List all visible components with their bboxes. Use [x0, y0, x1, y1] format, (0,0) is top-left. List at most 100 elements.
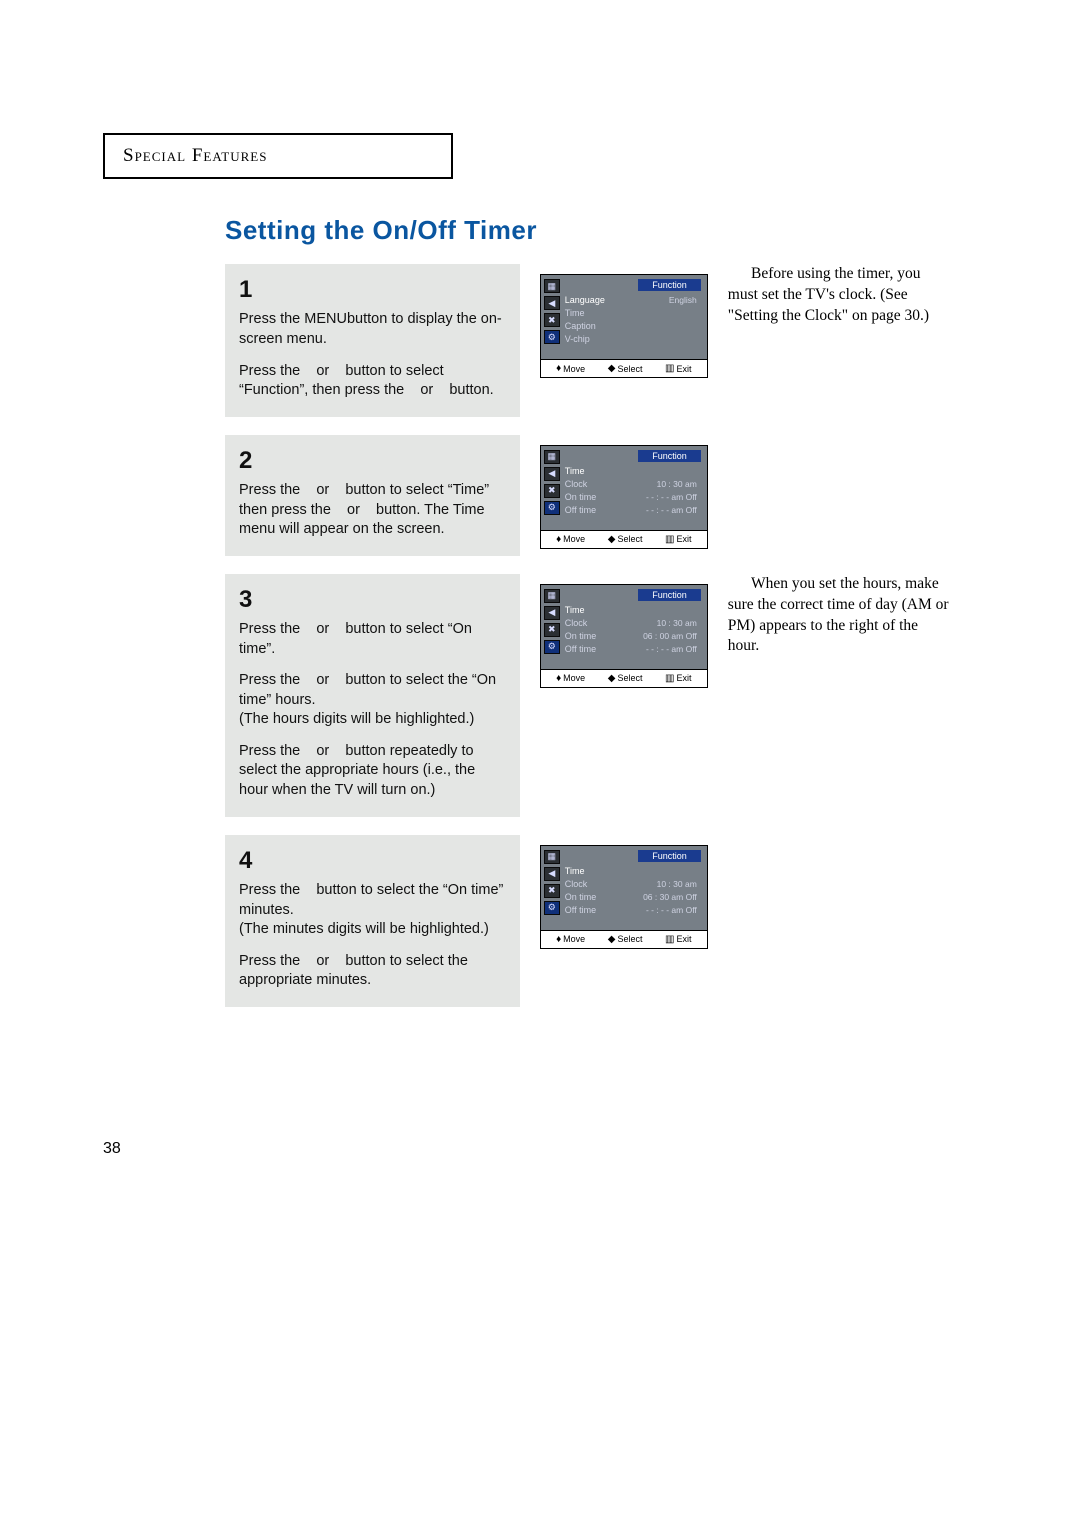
- osd-value: 06 : 00 am Off: [643, 630, 697, 643]
- osd-panel: ▦ ◀ ✖ ⚙ Function Time Clock 10 : 30 am On…: [540, 584, 708, 688]
- footer-exit: Exit: [676, 673, 691, 683]
- footer-exit: Exit: [676, 934, 691, 944]
- step-paragraph: Press the or button to select “Time” the…: [239, 481, 506, 540]
- updown-icon: ♦: [556, 673, 561, 684]
- osd-label: Time: [565, 307, 585, 320]
- osd-label: V-chip: [565, 333, 590, 346]
- footer-select: Select: [617, 934, 642, 944]
- updown-icon: ♦: [556, 534, 561, 545]
- function-icon: ⚙: [544, 330, 560, 344]
- osd-label: Clock: [565, 878, 588, 891]
- osd-tag: Function: [638, 589, 701, 601]
- osd-value: - - : - - am Off: [646, 904, 697, 917]
- note-text: Before using the timer, you must set the…: [728, 264, 953, 327]
- osd-footer: ♦Move ◆Select ▥Exit: [541, 530, 707, 548]
- step-paragraph: Press the or button to select “Function”…: [239, 362, 506, 401]
- step-paragraph: Press the or button to select the “On ti…: [239, 671, 506, 730]
- osd-value: 10 : 30 am: [657, 478, 697, 491]
- step-1-row: 1 Press the MENUbutton to display the on…: [225, 264, 953, 417]
- osd-value: 06 : 30 am Off: [643, 891, 697, 904]
- osd-footer: ♦Move ◆Select ▥Exit: [541, 930, 707, 948]
- step-number: 1: [239, 274, 506, 306]
- step-2-row: 2 Press the or button to select “Time” t…: [225, 435, 953, 556]
- osd-label: Caption: [565, 320, 596, 333]
- osd-label: Clock: [565, 617, 588, 630]
- osd-value: - - : - - am Off: [646, 643, 697, 656]
- channel-icon: ✖: [544, 313, 560, 327]
- osd-menu: Function Time Clock10 : 30 am On time06 …: [563, 846, 707, 930]
- leftright-icon: ◆: [608, 534, 616, 545]
- side-note-2: When you set the hours, make sure the co…: [728, 574, 953, 817]
- osd-tag: Function: [638, 850, 701, 862]
- osd-subhead: Time: [565, 865, 585, 878]
- updown-icon: ♦: [556, 934, 561, 945]
- osd-label: Off time: [565, 904, 596, 917]
- menu-icon: ▥: [665, 934, 674, 945]
- osd-subhead: Time: [565, 465, 585, 478]
- menu-icon: ▥: [665, 673, 674, 684]
- step-number: 4: [239, 845, 506, 877]
- step-number: 3: [239, 584, 506, 616]
- osd-footer: ♦Move ◆Select ▥Exit: [541, 669, 707, 687]
- osd-label: Off time: [565, 643, 596, 656]
- section-header: Special Features: [123, 145, 267, 166]
- step-2-text: 2 Press the or button to select “Time” t…: [225, 435, 520, 556]
- footer-select: Select: [617, 364, 642, 374]
- side-note-1: Before using the timer, you must set the…: [728, 264, 953, 417]
- osd-panel: ▦ ◀ ✖ ⚙ Function LanguageEnglish Time Ca…: [540, 274, 708, 378]
- leftright-icon: ◆: [608, 673, 616, 684]
- osd-icon-strip: ▦ ◀ ✖ ⚙: [541, 275, 563, 359]
- footer-move: Move: [563, 673, 585, 683]
- osd-screenshot-2: ▦ ◀ ✖ ⚙ Function Time Clock10 : 30 am On…: [540, 435, 708, 556]
- osd-menu: Function Time Clock 10 : 30 am On time 06 …: [563, 585, 707, 669]
- osd-icon-strip: ▦ ◀ ✖ ⚙: [541, 585, 563, 669]
- osd-label: Clock: [565, 478, 588, 491]
- channel-icon: ✖: [544, 623, 560, 637]
- sound-icon: ◀: [544, 867, 560, 881]
- step-paragraph: Press the button to select the “On time”…: [239, 881, 506, 940]
- page-number: 38: [103, 1140, 121, 1158]
- picture-icon: ▦: [544, 589, 560, 603]
- page-title: Setting the On/Off Timer: [225, 215, 953, 246]
- menu-icon: ▥: [665, 363, 674, 374]
- osd-footer: ♦Move ◆Select ▥Exit: [541, 359, 707, 377]
- osd-panel: ▦ ◀ ✖ ⚙ Function Time Clock10 : 30 am On…: [540, 845, 708, 949]
- step-paragraph: Press the or button to select the approp…: [239, 952, 506, 991]
- picture-icon: ▦: [544, 450, 560, 464]
- updown-icon: ♦: [556, 363, 561, 374]
- osd-label: Language: [565, 294, 605, 307]
- osd-menu: Function Time Clock10 : 30 am On time- -…: [563, 446, 707, 530]
- osd-screenshot-4: ▦ ◀ ✖ ⚙ Function Time Clock10 : 30 am On…: [540, 835, 708, 1007]
- sound-icon: ◀: [544, 467, 560, 481]
- osd-value: English: [669, 294, 697, 307]
- footer-exit: Exit: [676, 364, 691, 374]
- note-text: When you set the hours, make sure the co…: [728, 574, 953, 658]
- osd-label: Off time: [565, 504, 596, 517]
- osd-label: On time: [565, 630, 597, 643]
- step-1-text: 1 Press the MENUbutton to display the on…: [225, 264, 520, 417]
- menu-icon: ▥: [665, 534, 674, 545]
- osd-screenshot-3: ▦ ◀ ✖ ⚙ Function Time Clock 10 : 30 am On…: [540, 574, 708, 817]
- osd-value: 10 : 30 am: [657, 617, 697, 630]
- osd-value: - - : - - am Off: [646, 504, 697, 517]
- osd-value: 10 : 30 am: [657, 878, 697, 891]
- footer-move: Move: [563, 364, 585, 374]
- leftright-icon: ◆: [608, 363, 616, 374]
- osd-subhead: Time: [565, 604, 585, 617]
- leftright-icon: ◆: [608, 934, 616, 945]
- text-run: Press the MENU: [239, 311, 347, 327]
- picture-icon: ▦: [544, 850, 560, 864]
- osd-label: On time: [565, 491, 597, 504]
- step-paragraph: Press the or button to select “On time”.: [239, 620, 506, 659]
- osd-menu: Function LanguageEnglish Time Caption V-…: [563, 275, 707, 359]
- footer-move: Move: [563, 934, 585, 944]
- sound-icon: ◀: [544, 296, 560, 310]
- osd-value: - - : - - am Off: [646, 491, 697, 504]
- footer-select: Select: [617, 534, 642, 544]
- osd-panel: ▦ ◀ ✖ ⚙ Function Time Clock10 : 30 am On…: [540, 445, 708, 549]
- step-4-row: 4 Press the button to select the “On tim…: [225, 835, 953, 1007]
- step-paragraph: Press the MENUbutton to display the on-s…: [239, 310, 506, 349]
- footer-exit: Exit: [676, 534, 691, 544]
- osd-icon-strip: ▦ ◀ ✖ ⚙: [541, 446, 563, 530]
- function-icon: ⚙: [544, 901, 560, 915]
